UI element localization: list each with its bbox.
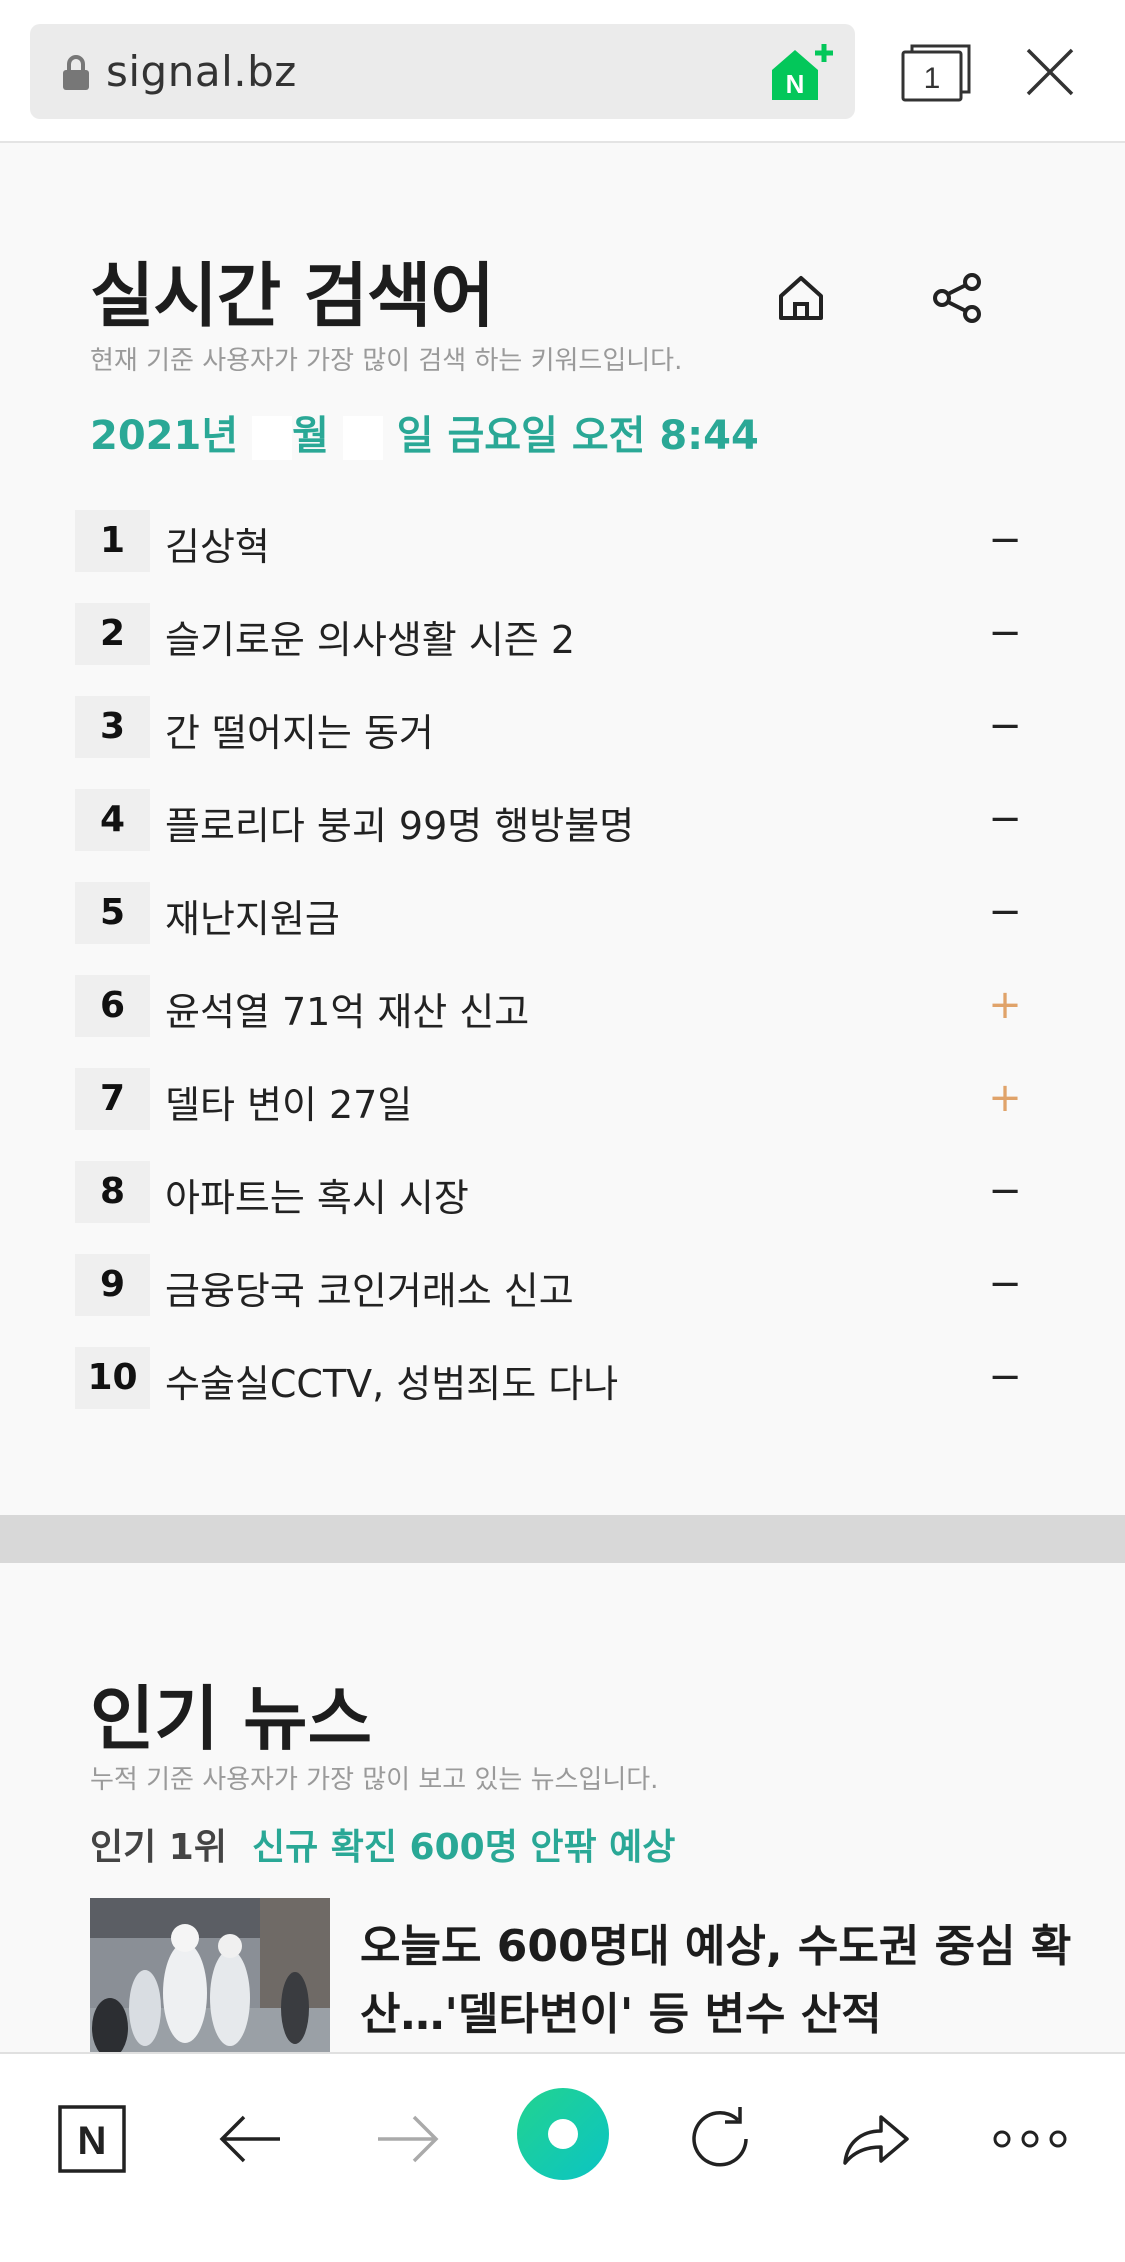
ranking-item[interactable]: 10 수술실CCTV, 성범죄도 다나 − [75,1347,1035,1440]
address-bar[interactable]: signal.bz N [30,24,855,119]
rank-number: 2 [75,603,150,665]
trend-same-icon: − [988,517,1022,563]
share-icon[interactable] [930,270,986,326]
browser-bottom-toolbar: N [0,2052,1125,2262]
popular-news-section: 인기 뉴스 누적 기준 사용자가 가장 많이 보고 있는 뉴스입니다. 인기 1… [0,1563,1125,2058]
ranking-item[interactable]: 2 슬기로운 의사생활 시즌 2 − [75,603,1035,696]
trend-same-icon: − [988,1261,1022,1307]
tabs-button[interactable]: 1 [900,42,972,104]
trend-same-icon: − [988,1168,1022,1214]
rank-number: 8 [75,1161,150,1223]
rank-number: 1 [75,510,150,572]
rank-keyword: 간 떨어지는 동거 [165,711,434,755]
rank-number: 6 [75,975,150,1037]
trend-same-icon: − [988,889,1022,935]
ranking-item[interactable]: 5 재난지원금 − [75,882,1035,975]
naver-home-label: N [78,2119,107,2163]
share-arrow-icon[interactable] [835,2099,915,2179]
ranking-item[interactable]: 8 아파트는 혹시 시장 − [75,1161,1035,1254]
rank-keyword: 김상혁 [165,525,270,569]
date-year: 2021년 [90,413,239,459]
popular-rank-headline[interactable]: 신규 확진 600명 안팎 예상 [252,1818,675,1870]
ranking-item[interactable]: 3 간 떨어지는 동거 − [75,696,1035,789]
trend-up-icon: + [988,982,1022,1028]
section-subtitle: 현재 기준 사용자가 가장 많이 검색 하는 키워드입니다. [90,346,683,376]
browser-top-bar: signal.bz N 1 [0,0,1125,143]
rank-number: 7 [75,1068,150,1130]
rank-number: 10 [75,1347,150,1409]
rank-keyword: 슬기로운 의사생활 시즌 2 [165,618,576,662]
forward-arrow-icon[interactable] [368,2099,448,2179]
naver-badge-text: N [786,69,805,99]
trend-same-icon: − [988,703,1022,749]
rank-keyword: 아파트는 혹시 시장 [165,1176,469,1220]
rank-keyword: 재난지원금 [165,897,340,941]
more-icon[interactable] [990,2099,1070,2179]
redacted-month [252,416,293,460]
page-title: 실시간 검색어 [90,255,495,337]
back-arrow-icon[interactable] [210,2099,290,2179]
ranking-list: 1 김상혁 − 2 슬기로운 의사생활 시즌 2 − 3 간 떨어지는 동거 −… [75,510,1035,1440]
trend-same-icon: − [988,796,1022,842]
redacted-day [342,416,383,460]
realtime-search-section: 실시간 검색어 현재 기준 사용자가 가장 많이 검색 하는 키워드입니다. 2… [0,145,1125,1515]
naver-home-icon[interactable]: N [52,2099,132,2179]
news-section-subtitle: 누적 기준 사용자가 가장 많이 보고 있는 뉴스입니다. [90,1765,659,1795]
home-icon[interactable] [773,270,829,326]
tab-count: 1 [924,62,941,95]
popular-rank-label: 인기 1위 [90,1827,227,1868]
refresh-icon[interactable] [680,2099,760,2179]
rank-keyword: 금융당국 코인거래소 신고 [165,1269,574,1313]
ranking-item[interactable]: 1 김상혁 − [75,510,1035,603]
ranking-item[interactable]: 7 델타 변이 27일 + [75,1068,1035,1161]
news-section-title: 인기 뉴스 [90,1678,372,1760]
trend-up-icon: + [988,1075,1022,1121]
url-text: signal.bz [106,47,297,96]
rank-keyword: 델타 변이 27일 [165,1083,413,1127]
trend-same-icon: − [988,610,1022,656]
news-thumbnail[interactable] [90,1898,330,2058]
date-rest: 일 금요일 오전 8:44 [396,413,759,459]
green-dot-icon[interactable] [513,2084,613,2184]
lock-icon [63,55,89,90]
ranking-item[interactable]: 9 금융당국 코인거래소 신고 − [75,1254,1035,1347]
close-icon[interactable] [1022,44,1078,100]
trend-same-icon: − [988,1354,1022,1400]
section-divider [0,1515,1125,1563]
ranking-item[interactable]: 4 플로리다 붕괴 99명 행방불명 − [75,789,1035,882]
rank-number: 5 [75,882,150,944]
naver-add-icon[interactable]: N [768,42,838,104]
news-article-title[interactable]: 오늘도 600명대 예상, 수도권 중심 확산…'델타변이' 등 변수 산적 [360,1913,1080,2049]
rank-number: 3 [75,696,150,758]
rank-keyword: 플로리다 붕괴 99명 행방불명 [165,804,635,848]
rank-keyword: 윤석열 71억 재산 신고 [165,990,530,1034]
date-month-suffix: 월 [292,413,329,459]
timestamp: 2021년 월 일 금요일 오전 8:44 [90,403,759,461]
ranking-item[interactable]: 6 윤석열 71억 재산 신고 + [75,975,1035,1068]
rank-number: 9 [75,1254,150,1316]
rank-number: 4 [75,789,150,851]
rank-keyword: 수술실CCTV, 성범죄도 다나 [165,1362,619,1406]
